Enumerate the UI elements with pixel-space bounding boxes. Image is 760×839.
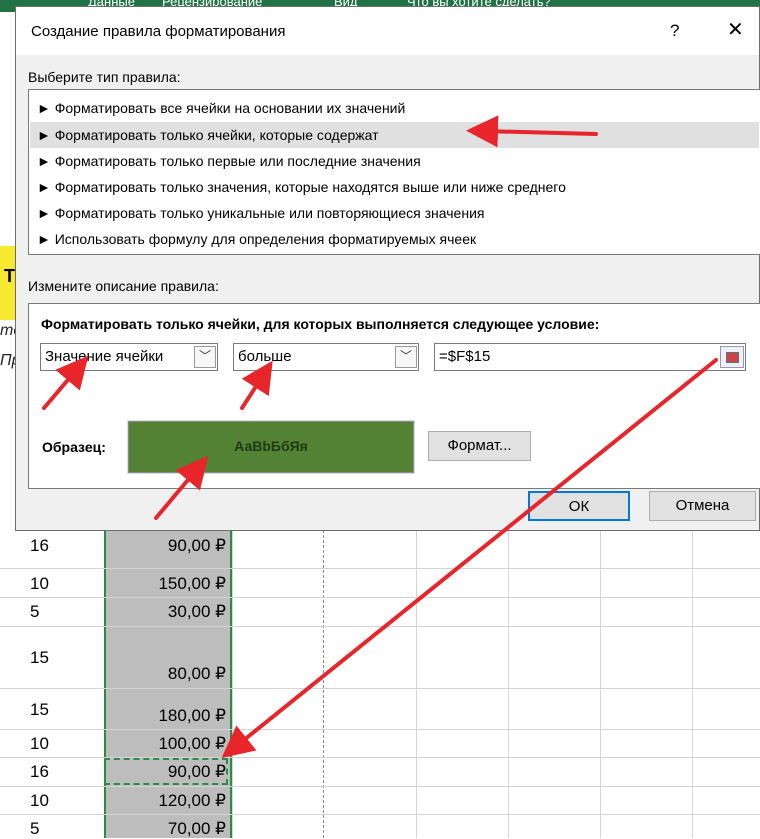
cell-qty[interactable]: 16 (30, 536, 49, 556)
format-button[interactable]: Формат... (428, 431, 531, 461)
rule-type-item[interactable]: ► Форматировать только значения, которые… (37, 174, 752, 200)
rule-type-item[interactable]: ► Форматировать только уникальные или по… (37, 200, 752, 226)
rule-type-item[interactable]: ► Форматировать только первые или послед… (37, 148, 752, 174)
format-preview: АаВbБбЯя (127, 420, 415, 474)
cell-price[interactable]: 90,00 ₽ (104, 536, 226, 556)
cell-price[interactable]: 100,00 ₽ (104, 734, 226, 754)
cell-price[interactable]: 80,00 ₽ (104, 664, 226, 684)
range-select-icon[interactable] (720, 346, 744, 368)
chevron-down-icon[interactable]: ﹀ (194, 346, 216, 368)
sample-label: Образец: (42, 439, 106, 455)
cell-qty[interactable]: 5 (30, 819, 39, 839)
cell-price[interactable]: 70,00 ₽ (104, 819, 226, 839)
rule-type-list[interactable]: ► Форматировать все ячейки на основании … (28, 89, 760, 255)
left-header-cell: Т (0, 246, 15, 320)
cell-price[interactable]: 120,00 ₽ (104, 791, 226, 811)
close-icon[interactable]: ✕ (727, 17, 744, 42)
cell-qty[interactable]: 10 (30, 791, 49, 811)
cell-qty[interactable]: 10 (30, 734, 49, 754)
new-formatting-rule-dialog: Создание правила форматирования ? ✕ Выбе… (15, 6, 760, 531)
condition-field-combo[interactable]: Значение ячейки ﹀ (40, 343, 218, 371)
edit-description-label: Измените описание правила: (28, 278, 219, 294)
condition-heading: Форматировать только ячейки, для которых… (41, 316, 600, 332)
dialog-title: Создание правила форматирования (31, 23, 286, 40)
value-input[interactable]: =$F$15 (434, 343, 746, 371)
help-icon[interactable]: ? (670, 21, 679, 41)
cell-qty[interactable]: 15 (30, 700, 49, 720)
rule-type-item[interactable]: ► Форматировать все ячейки на основании … (37, 95, 752, 121)
chevron-down-icon[interactable]: ﹀ (395, 346, 417, 368)
dialog-titlebar: Создание правила форматирования ? ✕ (16, 7, 759, 55)
operator-combo[interactable]: больше ﹀ (233, 343, 419, 371)
cell-price[interactable]: 30,00 ₽ (104, 602, 226, 622)
cell-qty[interactable]: 16 (30, 762, 49, 782)
cell-qty[interactable]: 10 (30, 574, 49, 594)
cancel-button[interactable]: Отмена (649, 491, 756, 521)
select-rule-type-label: Выберите тип правила: (28, 69, 181, 85)
cell-price[interactable]: 180,00 ₽ (104, 706, 226, 726)
cell-price-referenced[interactable]: 90,00 ₽ (104, 762, 226, 782)
cell-qty[interactable]: 15 (30, 648, 49, 668)
rule-type-item-selected[interactable]: ► Форматировать только ячейки, которые с… (30, 122, 759, 148)
rule-type-item[interactable]: ► Использовать формулу для определения ф… (37, 226, 752, 252)
cell-qty[interactable]: 5 (30, 602, 39, 622)
ok-button[interactable]: ОК (528, 491, 630, 521)
cell-price[interactable]: 150,00 ₽ (104, 574, 226, 594)
sample-text: АаВbБбЯя (234, 438, 308, 454)
